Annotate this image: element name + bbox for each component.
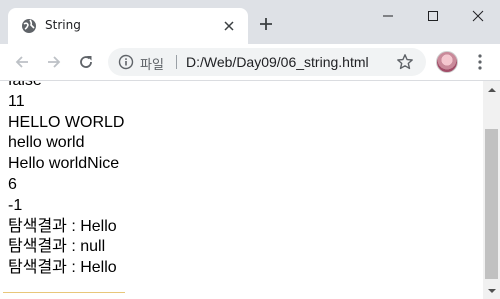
output-line: 탐색결과 : null: [8, 238, 106, 256]
vertical-scrollbar[interactable]: [483, 81, 500, 299]
plus-icon[interactable]: [256, 14, 276, 34]
title-bar: String: [0, 0, 500, 44]
output-lines: false 11 HELLO WORLD hello world Hello w…: [8, 81, 124, 279]
output-line: 탐색결과 : Hello: [8, 259, 117, 277]
focus-underline: [3, 292, 125, 293]
tab-title: String: [45, 18, 81, 32]
scroll-down-icon[interactable]: [483, 282, 500, 299]
globe-icon: [21, 18, 37, 34]
output-line: Hello worldNice: [8, 155, 120, 173]
scrollbar-thumb[interactable]: [485, 129, 498, 279]
output-line: 6: [8, 175, 17, 193]
info-icon[interactable]: [118, 54, 134, 70]
page-content: false 11 HELLO WORLD hello world Hello w…: [0, 81, 483, 299]
address-bar[interactable]: 파일 D:/Web/Day09/06_string.html: [108, 48, 426, 76]
window-close-button[interactable]: [456, 0, 500, 32]
output-line: -1: [8, 196, 23, 214]
reload-icon[interactable]: [74, 50, 98, 74]
output-line: hello world: [8, 134, 85, 152]
output-line: 탐색결과 : Hello: [8, 217, 117, 235]
tab-string[interactable]: String: [8, 8, 248, 44]
arrow-right-icon[interactable]: [42, 50, 66, 74]
close-icon[interactable]: [221, 18, 237, 34]
separator: [176, 55, 177, 69]
avatar[interactable]: [436, 51, 458, 73]
arrow-left-icon[interactable]: [10, 50, 34, 74]
kebab-menu-icon[interactable]: [470, 50, 490, 74]
browser-toolbar: 파일 D:/Web/Day09/06_string.html: [0, 44, 500, 81]
star-icon[interactable]: [396, 53, 414, 71]
output-line: HELLO WORLD: [8, 113, 125, 131]
output-line: false: [8, 81, 124, 92]
maximize-button[interactable]: [411, 0, 455, 32]
output-line: 11: [8, 92, 25, 110]
minimize-button[interactable]: [366, 0, 410, 32]
security-label: 파일: [140, 58, 164, 73]
scroll-up-icon[interactable]: [483, 81, 500, 98]
url-text[interactable]: D:/Web/Day09/06_string.html: [186, 54, 369, 70]
